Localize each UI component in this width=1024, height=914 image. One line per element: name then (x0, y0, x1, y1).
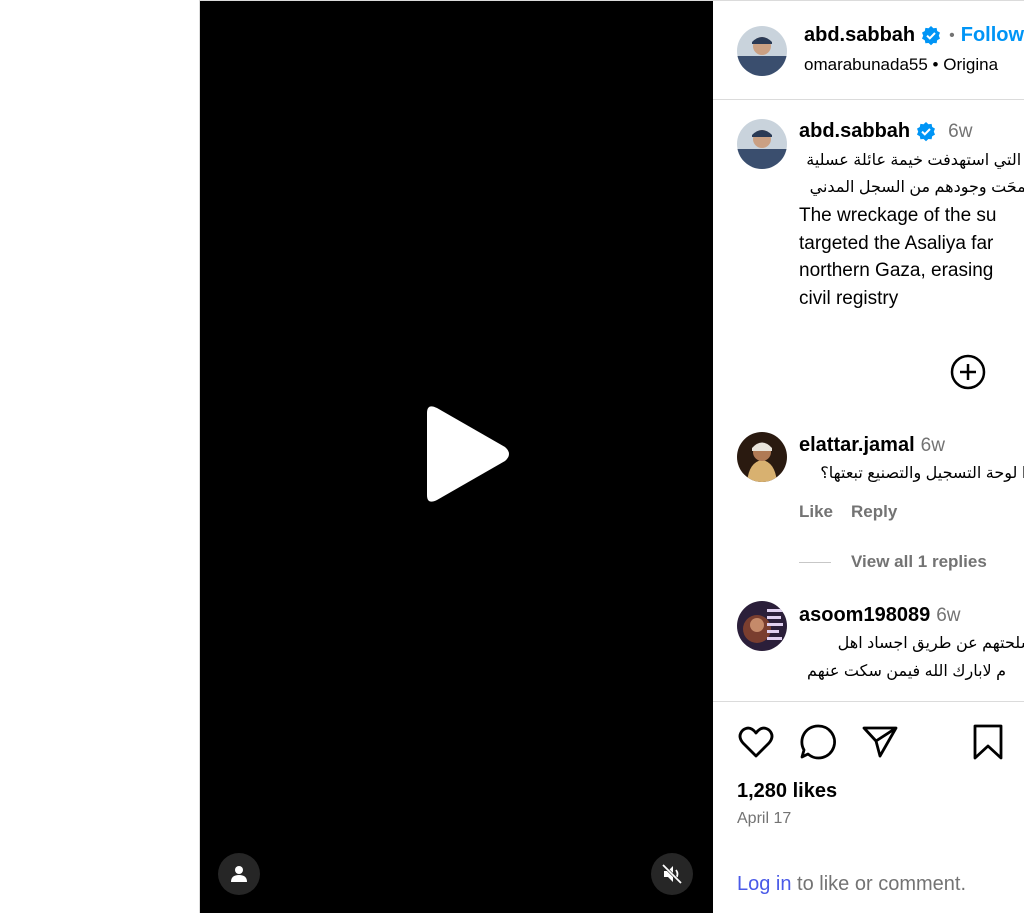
follow-button[interactable]: Follow (961, 24, 1024, 47)
comment-text-line-2: م لابارك الله فيمن سكت عنهم (807, 663, 1006, 680)
login-link[interactable]: Log in (737, 873, 792, 895)
bookmark-icon[interactable] (969, 723, 1007, 761)
view-replies-button[interactable]: View all 1 replies (799, 552, 987, 572)
divider (799, 561, 831, 563)
post-header: abd.sabbah • Follow omarabunada55 • Orig… (713, 1, 1024, 100)
login-prompt-text: to like or comment. (791, 873, 967, 895)
post-side-panel: abd.sabbah • Follow omarabunada55 • Orig… (713, 0, 1024, 914)
user-icon (231, 866, 247, 882)
share-icon[interactable] (861, 723, 899, 761)
separator-dot: • (949, 26, 955, 44)
caption-avatar[interactable] (737, 119, 787, 169)
caption-english: The wreckage of the su targeted the Asal… (799, 205, 997, 309)
caption-arabic-line-2: فمحَت وجودهم من السجل المدني (809, 179, 1024, 196)
avatar[interactable] (737, 26, 787, 76)
post-username[interactable]: abd.sabbah (804, 24, 915, 47)
comment-actions: Like Reply (799, 502, 915, 522)
caption-time[interactable]: 6w (948, 121, 972, 143)
divider (713, 701, 1024, 702)
mute-button[interactable] (651, 853, 693, 895)
comment-time[interactable]: 6w (921, 435, 945, 457)
caption-arabic-line-1: ة التي استهدفت خيمة عائلة عسلية (806, 152, 1024, 169)
login-prompt: Log in to like or comment. (737, 873, 966, 896)
post-date[interactable]: April 17 (737, 810, 791, 828)
comment-icon[interactable] (799, 723, 837, 761)
comment-avatar[interactable] (737, 601, 787, 651)
like-comment-button[interactable]: Like (799, 502, 833, 521)
comment-text-line-1: سلحتهم عن طريق اجساد اهل (837, 635, 1024, 652)
likes-count[interactable]: 1,280 likes (737, 780, 837, 803)
verified-badge-icon (922, 25, 941, 45)
caption-username[interactable]: abd.sabbah (799, 120, 910, 143)
add-circle-icon[interactable] (950, 354, 986, 390)
muted-speaker-icon (661, 863, 683, 885)
play-icon[interactable] (413, 403, 513, 505)
comment-time[interactable]: 6w (936, 605, 960, 627)
tagged-users-button[interactable] (218, 853, 260, 895)
comment-text: را لوحة التسجيل والتصنيع تبعتها؟ (820, 465, 1024, 482)
reply-button[interactable]: Reply (851, 502, 897, 521)
video-player[interactable] (199, 0, 713, 913)
comment-username[interactable]: asoom198089 (799, 604, 930, 627)
post-subtitle[interactable]: omarabunada55 • Origina (804, 55, 998, 75)
comment-avatar[interactable] (737, 432, 787, 482)
comment-username[interactable]: elattar.jamal (799, 434, 915, 457)
view-replies-label: View all 1 replies (851, 552, 987, 571)
heart-icon[interactable] (737, 723, 775, 761)
verified-badge-icon (917, 121, 936, 141)
